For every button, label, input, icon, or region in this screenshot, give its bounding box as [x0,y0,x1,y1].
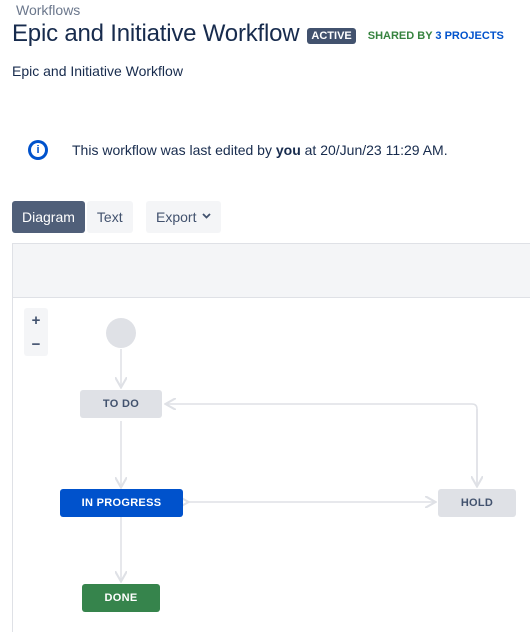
view-tabs: Diagram Text [12,201,133,233]
tab-diagram[interactable]: Diagram [12,201,85,233]
info-message: i This workflow was last edited by you a… [28,140,448,160]
last-edited-suffix: at 20/Jun/23 11:29 AM. [304,142,448,158]
last-edited-user: you [275,142,301,158]
page-title: Epic and Initiative Workflow [12,20,300,47]
last-edited-text: This workflow was last edited by you at … [72,142,448,158]
transition-lines [13,349,530,632]
title-row: Epic and Initiative Workflow ACTIVE SHAR… [12,20,504,48]
last-edited-prefix: This workflow was last edited by [72,142,272,158]
shared-projects-link[interactable]: 3 PROJECTS [435,30,503,42]
info-icon: i [28,140,48,160]
status-node-in-progress[interactable]: IN PROGRESS [60,489,183,517]
start-node[interactable] [106,318,136,348]
status-node-todo[interactable]: TO DO [80,390,162,418]
status-node-done[interactable]: DONE [82,584,160,612]
shared-prefix: SHARED BY [367,30,433,42]
tab-text[interactable]: Text [86,201,133,233]
transition-hold-todo[interactable] [167,404,478,486]
workflow-description: Epic and Initiative Workflow [12,63,183,79]
status-badge: ACTIVE [307,28,356,44]
breadcrumb[interactable]: Workflows [16,2,80,18]
shared-by-projects[interactable]: SHARED BY 3 PROJECTS [368,30,504,42]
chevron-down-icon [202,211,212,221]
export-label: Export [156,209,197,225]
status-node-hold[interactable]: HOLD [438,489,516,517]
export-button[interactable]: Export [146,201,222,233]
workflow-canvas[interactable]: + − TO DO IN PROGRESS HOLD DONE [12,243,530,632]
